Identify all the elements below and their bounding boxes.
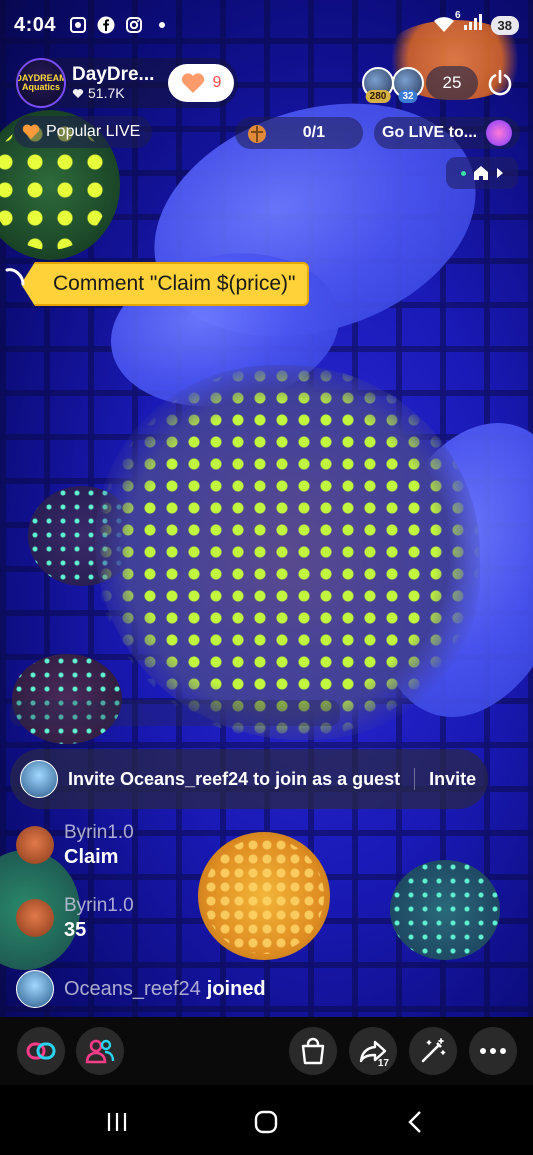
wifi-label: 6 bbox=[454, 10, 461, 21]
effects-button[interactable] bbox=[409, 1027, 457, 1075]
live-dot-icon bbox=[460, 170, 466, 176]
heart-icon bbox=[22, 124, 40, 139]
status-bar: 4:04 6 38 bbox=[0, 0, 533, 50]
back-icon[interactable] bbox=[398, 1105, 432, 1139]
chat-username[interactable]: Byrin1.0 bbox=[64, 895, 134, 917]
multi-guest-button[interactable] bbox=[17, 1027, 65, 1075]
coral-background bbox=[390, 860, 500, 960]
host-logo-text: DAYDREAM Aquatics bbox=[16, 73, 66, 92]
follow-button[interactable]: 9 bbox=[168, 64, 234, 102]
host-avatar[interactable]: DAYDREAM Aquatics bbox=[16, 58, 66, 108]
chat-avatar[interactable] bbox=[16, 899, 54, 937]
viewer-rank-badge: 32 bbox=[398, 90, 418, 103]
guests-button[interactable] bbox=[76, 1027, 124, 1075]
follow-count: 9 bbox=[212, 74, 222, 91]
gift-icon bbox=[248, 125, 266, 143]
go-live-icon bbox=[486, 120, 512, 146]
chat-fade bbox=[10, 700, 340, 726]
host-likes: 51.7K bbox=[72, 85, 154, 101]
chat-text: Claim bbox=[64, 846, 119, 868]
divider bbox=[414, 768, 416, 790]
heart-icon bbox=[72, 89, 84, 99]
chat-body: Byrin1.0 35 bbox=[64, 895, 134, 942]
dot-icon bbox=[152, 15, 172, 35]
home-nav-icon[interactable] bbox=[249, 1105, 283, 1139]
viewer-count[interactable]: 25 bbox=[426, 66, 478, 100]
popular-live-label: Popular LIVE bbox=[46, 123, 141, 140]
guest-avatar bbox=[20, 760, 58, 798]
coral-background bbox=[198, 832, 330, 960]
more-icon bbox=[480, 1048, 506, 1054]
chat-message[interactable]: Byrin1.0 35 bbox=[16, 895, 134, 942]
system-nav-bar bbox=[0, 1085, 533, 1155]
chat-text: 35 bbox=[64, 919, 87, 941]
popular-live-tag[interactable]: Popular LIVE bbox=[14, 116, 153, 148]
join-username[interactable]: Oceans_reef24 bbox=[64, 978, 201, 1001]
chat-username[interactable]: Byrin1.0 bbox=[64, 822, 134, 844]
share-count: 17 bbox=[377, 1058, 389, 1069]
go-live-label: Go LIVE to... bbox=[382, 124, 478, 141]
battery-indicator: 38 bbox=[490, 15, 519, 35]
share-button[interactable]: 17 bbox=[349, 1027, 397, 1075]
instagram-icon bbox=[124, 15, 144, 35]
host-name[interactable]: DayDre... bbox=[72, 64, 154, 86]
power-icon[interactable] bbox=[485, 68, 515, 98]
comment-prompt-text: Comment "Claim $(price)" bbox=[21, 262, 310, 306]
host-likes-count: 51.7K bbox=[88, 85, 125, 102]
status-time: 4:04 bbox=[14, 13, 57, 36]
shop-button[interactable] bbox=[289, 1027, 337, 1075]
bottom-action-bar: 17 bbox=[0, 1017, 533, 1085]
more-button[interactable] bbox=[469, 1027, 517, 1075]
recent-apps-icon[interactable] bbox=[100, 1105, 134, 1139]
heart-icon bbox=[181, 73, 204, 93]
chevron-right-icon bbox=[496, 168, 503, 178]
wifi-icon: 6 bbox=[433, 10, 461, 34]
chat-body: Byrin1.0 Claim bbox=[64, 822, 134, 869]
home-icon bbox=[473, 166, 488, 180]
invite-button[interactable]: Invite bbox=[429, 769, 476, 790]
invite-guest-text: Invite Oceans_reef24 to join as a guest bbox=[68, 768, 401, 789]
status-right: 6 38 bbox=[433, 10, 519, 37]
top-viewers[interactable]: 280 32 25 bbox=[362, 66, 478, 103]
chat-avatar[interactable] bbox=[16, 826, 54, 864]
magic-wand-icon bbox=[421, 1038, 446, 1063]
chat-message[interactable]: Byrin1.0 Claim bbox=[16, 822, 134, 869]
coral-background bbox=[12, 654, 122, 744]
featured-coral bbox=[95, 365, 480, 740]
join-message[interactable]: Oceans_reef24 joined bbox=[16, 970, 266, 1008]
shopping-bag-icon bbox=[301, 1037, 325, 1065]
join-avatar[interactable] bbox=[16, 970, 54, 1008]
explore-button[interactable] bbox=[446, 157, 518, 189]
facebook-icon bbox=[96, 15, 116, 35]
gift-goal[interactable]: 0/1 bbox=[235, 117, 363, 149]
gift-goal-value: 0/1 bbox=[302, 124, 325, 141]
signal-icon bbox=[463, 13, 483, 37]
people-icon bbox=[85, 1039, 115, 1064]
host-card[interactable]: DAYDREAM Aquatics DayDre... 51.7K 9 bbox=[14, 58, 238, 108]
tag-hook-icon bbox=[5, 268, 25, 286]
host-info: DayDre... 51.7K bbox=[72, 64, 154, 102]
viewer-avatar[interactable]: 32 bbox=[392, 67, 424, 103]
screen-capture-icon bbox=[68, 15, 88, 35]
viewer-rank-badge: 280 bbox=[365, 90, 391, 103]
comment-prompt-tag: Comment "Claim $(price)" bbox=[3, 262, 310, 306]
go-live-button[interactable]: Go LIVE to... bbox=[374, 117, 520, 149]
link-icon bbox=[26, 1042, 56, 1060]
viewer-avatar[interactable]: 280 bbox=[362, 67, 394, 103]
join-text: joined bbox=[206, 977, 266, 1000]
invite-guest-banner[interactable]: Invite Oceans_reef24 to join as a guest … bbox=[10, 749, 488, 809]
